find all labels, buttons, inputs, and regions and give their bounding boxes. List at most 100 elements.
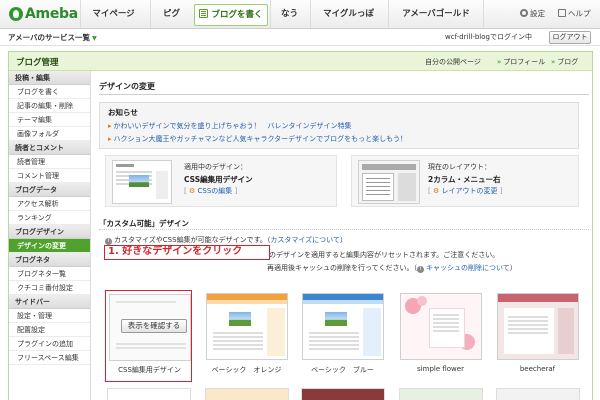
sidebar-item-free-space[interactable]: フリースペース編集 (9, 351, 90, 365)
sub-bar: アメーバのサービス一覧 ▼ wcf-drill-blogでログイン中 ログアウト (0, 29, 600, 46)
info-icon: i (416, 266, 424, 273)
cache-about-link[interactable]: キャッシュの削除について (426, 264, 510, 272)
nav-gold[interactable]: アメーバゴールド (388, 0, 484, 28)
design-tile-css[interactable]: 表示を確認する CSS編集用デザイン (105, 290, 192, 382)
sidebar-header-post: 投稿・編集 (9, 71, 90, 85)
confirm-display-button[interactable]: 表示を確認する (121, 319, 187, 333)
sidebar: 投稿・編集 ブログを書く 記事の編集・削除 テーマ編集 画像フォルダ 読者とコメ… (9, 71, 91, 400)
link-profile[interactable]: » プロフィール (497, 57, 545, 67)
link-blog-label: ブログ (557, 58, 579, 66)
css-edit-link[interactable]: [ ⚙ CSSの編集 ] (184, 186, 237, 196)
sidebar-item-edit-articles[interactable]: 記事の編集・削除 (9, 99, 90, 113)
design-tile-basic-orange[interactable]: ベーシック オレンジ (203, 290, 290, 382)
sidebar-item-write[interactable]: ブログを書く (9, 85, 90, 99)
page-title: デザインの変更 (99, 81, 589, 95)
nav-mypage[interactable]: マイページ (80, 0, 146, 28)
note-reset-warning: のデザインを適用すると編集内容がリセットされます。ご注意ください。 (269, 251, 500, 259)
services-menu[interactable]: アメーバのサービス一覧 ▼ (8, 32, 97, 43)
sidebar-header-sidebar: サイドバー (9, 295, 90, 309)
info-icon: i (105, 238, 112, 245)
link-blog[interactable]: » ブログ (551, 57, 578, 67)
layout-thumbnail (358, 160, 420, 204)
sidebar-item-images[interactable]: 画像フォルダ (9, 127, 90, 141)
arrow-icon: ▸ (108, 135, 112, 143)
customize-about-link[interactable]: カスタマイズについて (270, 236, 340, 244)
design-tile-next-1[interactable] (107, 388, 191, 400)
current-design-value: CSS編集用デザイン (184, 175, 253, 184)
css-edit-label: CSSの編集 (197, 187, 233, 195)
note-cache-text: 再適用後キャッシュの削除を行ってください。（ (267, 264, 417, 272)
current-layout-value: 2カラム・メニュー右 (428, 175, 501, 184)
logout-button[interactable]: ログアウト (549, 31, 591, 44)
news-item-valentine-label: かわいいデザインで気分を盛り上げちゃおう！ バレンタインデザイン特集 (113, 122, 352, 130)
news-item-characters-label: ハクション大魔王やガッチャマンなど人気キャラクターデザインでブログをもっと楽しも… (113, 135, 407, 143)
arrow-icon: ▸ (108, 122, 112, 130)
settings-link[interactable]: 設定 (520, 0, 545, 28)
nav-pigg[interactable]: ピグ (150, 0, 192, 28)
help-label: ヘルプ (568, 9, 591, 18)
login-status: wcf-drill-blogでログイン中 (445, 33, 532, 41)
news-heading: お知らせ (108, 108, 138, 117)
ameba-logo-icon (9, 7, 23, 21)
sidebar-item-settings[interactable]: 設定・管理 (9, 309, 90, 323)
news-box: お知らせ ▸ かわいいデザインで気分を盛り上げちゃおう！ バレンタインデザイン特集… (99, 102, 579, 149)
design-thumbnail-basic-orange (206, 293, 288, 360)
design-thumbnail-simple-flower (400, 293, 482, 360)
current-design-thumbnail (112, 160, 172, 204)
settings-label: 設定 (530, 9, 545, 18)
current-layout-box: 現在のレイアウト： 2カラム・メニュー右 [ ⚙ レイアウトの変更 ] (351, 155, 579, 207)
sidebar-item-change-design[interactable]: デザインの変更 (9, 239, 90, 253)
current-design-label: 適用中のデザイン： (184, 163, 247, 171)
design-tile-basic-blue[interactable]: ベーシック ブルー (299, 290, 386, 382)
design-tile-next-2[interactable] (205, 388, 289, 400)
note-cache: 再適用後キャッシュの削除を行ってください。（ i キャッシュの削除について） (267, 263, 517, 273)
design-tile-beecheraf[interactable]: beecheraf (494, 290, 581, 382)
current-design-box: 適用中のデザイン： CSS編集用デザイン [ ⚙ CSSの編集 ] (105, 155, 337, 207)
nav-write-blog-label: ブログを書く (211, 10, 263, 20)
news-item-valentine[interactable]: ▸ かわいいデザインで気分を盛り上げちゃおう！ バレンタインデザイン特集 (108, 121, 352, 131)
main-content: デザインの変更 お知らせ ▸ かわいいデザインで気分を盛り上げちゃおう！ バレンタ… (99, 71, 589, 400)
gear-icon: ⚙ (188, 187, 196, 195)
layout-change-label: レイアウトの変更 (441, 187, 498, 195)
note-customize-text: カスタマイズやCSS編集が可能なデザインです。（ (114, 236, 271, 244)
link-public-page[interactable]: 自分の公開ページ (425, 57, 481, 67)
sidebar-item-themes[interactable]: テーマ編集 (9, 113, 90, 127)
gear-icon: ⚙ (432, 187, 440, 195)
current-layout-label: 現在のレイアウト： (428, 163, 491, 171)
layout-change-link[interactable]: [ ⚙ レイアウトの変更 ] (428, 186, 502, 196)
design-thumbnail-css: 表示を確認する (109, 294, 191, 361)
services-label: アメーバのサービス一覧 (8, 33, 91, 42)
blog-management-frame: ブログ管理 自分の公開ページ » プロフィール » ブログ 投稿・編集 ブログを書く… (8, 51, 593, 400)
link-public-page-label: 自分の公開ページ (425, 58, 481, 66)
nav-write-blog[interactable]: ブログを書く (194, 4, 268, 26)
link-profile-label: プロフィール (503, 58, 546, 66)
help-link[interactable]: ヘルプ (558, 0, 591, 28)
ameba-logo[interactable]: Ameba (9, 6, 78, 22)
sidebar-item-ranking[interactable]: ランキング (9, 211, 90, 225)
caret-down-icon: ▼ (92, 35, 97, 42)
design-tile-next-5[interactable] (496, 388, 580, 400)
sidebar-item-plugins[interactable]: プラグインの追加 (9, 337, 90, 351)
sidebar-item-neta-list[interactable]: ブログネタ一覧 (9, 267, 90, 281)
sidebar-item-kuchikomi[interactable]: クチコミ番付設定 (9, 281, 90, 295)
design-tile-simple-flower[interactable]: simple flower (397, 290, 484, 382)
customizable-section-title: 「カスタム可能」デザイン (99, 218, 589, 230)
sidebar-item-placement[interactable]: 配置設定 (9, 323, 90, 337)
news-item-characters[interactable]: ▸ ハクション大魔王やガッチャマンなど人気キャラクターデザインでブログをもっと楽し… (108, 134, 407, 144)
sidebar-header-neta: ブログネタ (9, 253, 90, 267)
management-bar: ブログ管理 自分の公開ページ » プロフィール » ブログ (9, 52, 592, 71)
nav-group[interactable]: マイグルっぽ (310, 0, 386, 28)
sidebar-header-data: ブログデータ (9, 183, 90, 197)
design-tile-next-3[interactable] (301, 388, 385, 400)
arrow-icon: » (497, 58, 502, 66)
design-caption-simple-flower: simple flower (417, 365, 464, 373)
pencil-note-icon (199, 9, 209, 18)
design-tile-next-4[interactable] (399, 388, 483, 400)
design-caption-beecheraf: beecheraf (519, 365, 556, 373)
nav-now[interactable]: なう (270, 0, 308, 28)
sidebar-item-access[interactable]: アクセス解析 (9, 197, 90, 211)
note-customize: i カスタマイズやCSS編集が可能なデザインです。（カスタマイズについて） (105, 235, 347, 245)
sidebar-item-readers[interactable]: 読者管理 (9, 155, 90, 169)
arrow-icon: » (551, 58, 556, 66)
sidebar-item-comments[interactable]: コメント管理 (9, 169, 90, 183)
